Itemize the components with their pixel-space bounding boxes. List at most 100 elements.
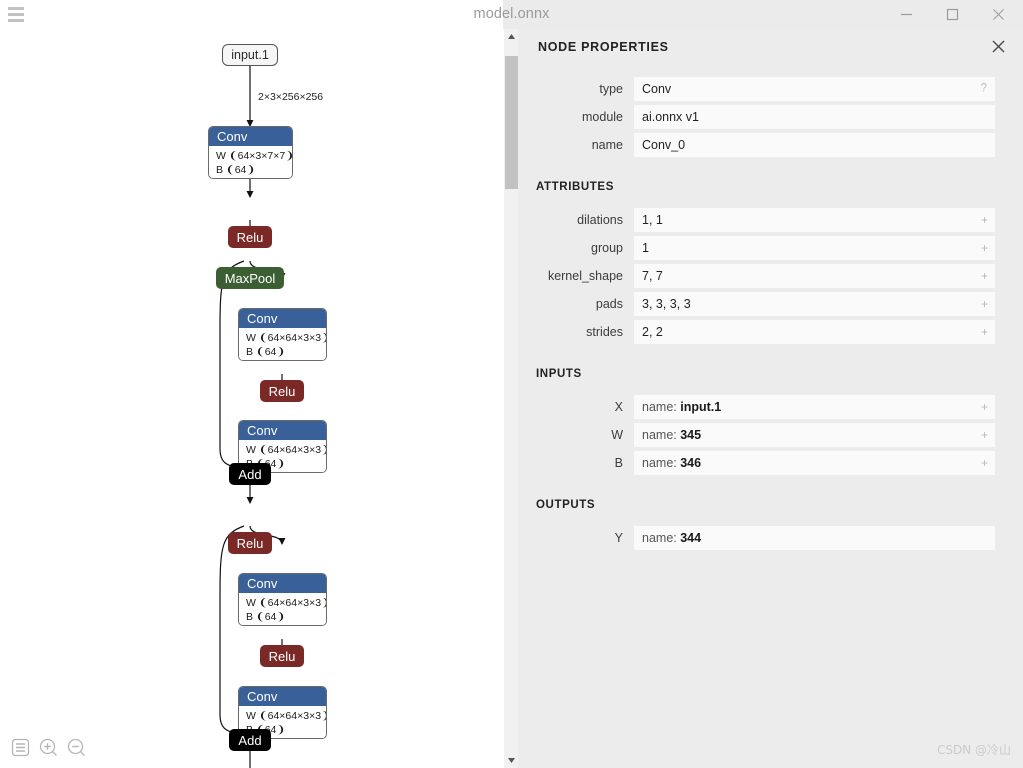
maximize-icon — [946, 8, 958, 21]
graph-node-input[interactable]: input.1 — [222, 44, 278, 66]
section-title-inputs: INPUTS — [536, 368, 582, 380]
panel-close-button[interactable] — [989, 37, 1007, 55]
section-title-outputs: OUTPUTS — [536, 499, 596, 511]
section-title-attributes: ATTRIBUTES — [536, 181, 614, 193]
window-close-button[interactable] — [975, 0, 1021, 29]
property-row-name: name Conv_0 — [518, 133, 1023, 157]
attribute-value-kernel-shape[interactable]: 7, 7 + — [634, 264, 995, 288]
graph-node-conv-3-body: W ❨64×64×3×3❩ B ❨64❩ — [239, 593, 326, 625]
properties-list-icon — [11, 738, 30, 757]
expand-icon[interactable]: + — [981, 429, 988, 441]
expand-icon[interactable]: + — [981, 242, 988, 254]
input-key-b: name: — [642, 456, 677, 470]
window-title: model.onnx — [473, 6, 550, 22]
attribute-label-dilations: dilations — [577, 213, 623, 227]
property-value-type[interactable]: Conv ? — [634, 77, 995, 101]
output-value-y[interactable]: name: 344 — [634, 526, 995, 550]
graph-node-add-0[interactable]: Add — [229, 463, 271, 485]
graph-node-conv-0[interactable]: Conv W ❨64×3×7×7❩ B ❨64❩ — [208, 126, 293, 179]
graph-node-add-1-label: Add — [238, 732, 262, 748]
window-maximize-button[interactable] — [929, 0, 975, 29]
panel-body: type Conv ? module ai.onnx v1 name Conv_… — [518, 65, 1023, 768]
attribute-value-strides[interactable]: 2, 2 + — [634, 320, 995, 344]
input-row-x: X name: input.1 + — [518, 395, 1023, 419]
graph-node-conv-3[interactable]: Conv W ❨64×64×3×3❩ B ❨64❩ — [238, 573, 327, 626]
attribute-value-group[interactable]: 1 + — [634, 236, 995, 260]
help-icon[interactable]: ? — [981, 83, 987, 95]
graph-node-conv-1-title: Conv — [239, 309, 326, 328]
attribute-row-dilations: dilations 1, 1 + — [518, 208, 1023, 232]
graph-node-maxpool[interactable]: MaxPool — [216, 267, 284, 289]
expand-icon[interactable]: + — [981, 214, 988, 226]
property-value-name[interactable]: Conv_0 — [634, 133, 995, 157]
input-row-w: W name: 345 + — [518, 423, 1023, 447]
attribute-value-pads[interactable]: 3, 3, 3, 3 + — [634, 292, 995, 316]
property-value-type-text: Conv — [642, 82, 672, 96]
graph-node-conv-1-weight: W ❨64×64×3×3❩ — [246, 332, 327, 344]
graph-node-relu-1[interactable]: Relu — [260, 380, 304, 402]
zoom-in-button[interactable] — [38, 737, 59, 758]
panel-title: NODE PROPERTIES — [538, 40, 669, 54]
attribute-value-dilations[interactable]: 1, 1 + — [634, 208, 995, 232]
attribute-label-strides: strides — [586, 325, 623, 339]
graph-node-relu-2-label: Relu — [236, 535, 264, 551]
attribute-row-strides: strides 2, 2 + — [518, 320, 1023, 344]
graph-node-add-1[interactable]: Add — [229, 729, 271, 751]
scrollbar-thumb[interactable] — [505, 56, 518, 189]
expand-icon[interactable]: + — [981, 457, 988, 469]
graph-node-relu-0[interactable]: Relu — [228, 226, 272, 248]
expand-icon[interactable]: + — [981, 326, 988, 338]
property-label-type: type — [599, 82, 623, 96]
zoom-out-icon — [67, 738, 85, 756]
attribute-row-kernel-shape: kernel_shape 7, 7 + — [518, 264, 1023, 288]
input-label-x: X — [614, 400, 623, 414]
graph-canvas[interactable]: 2×3×256×256 input.1 Conv W ❨64×3×7×7❩ B … — [0, 29, 503, 768]
properties-list-button[interactable] — [10, 737, 31, 758]
graph-node-relu-0-label: Relu — [236, 229, 264, 245]
input-value-x[interactable]: name: input.1 + — [634, 395, 995, 419]
graph-node-conv-1-body: W ❨64×64×3×3❩ B ❨64❩ — [239, 328, 327, 360]
hamburger-bar-1 — [8, 7, 24, 10]
input-label-w: W — [611, 428, 623, 442]
graph-node-add-0-label: Add — [238, 466, 262, 482]
window-minimize-button[interactable] — [883, 0, 929, 29]
graph-node-conv-1-bias: B ❨64❩ — [246, 346, 286, 358]
input-value-w[interactable]: name: 345 + — [634, 423, 995, 447]
output-key-y: name: — [642, 531, 677, 545]
input-row-b: B name: 346 + — [518, 451, 1023, 475]
input-name-b: 346 — [680, 456, 702, 470]
panel-header: NODE PROPERTIES — [518, 29, 1023, 65]
hamburger-bar-2 — [8, 13, 24, 16]
graph-node-conv-0-title: Conv — [209, 127, 292, 146]
expand-icon[interactable]: + — [981, 401, 988, 413]
attribute-value-kernel-shape-text: 7, 7 — [642, 269, 663, 283]
window-titlebar: model.onnx — [0, 0, 1023, 29]
attribute-value-strides-text: 2, 2 — [642, 325, 663, 339]
graph-node-relu-2[interactable]: Relu — [228, 532, 272, 554]
graph-node-relu-3-label: Relu — [268, 648, 296, 664]
scrollbar-up-arrow-button[interactable] — [504, 29, 519, 44]
canvas-toolbar — [10, 737, 87, 758]
hamburger-bar-3 — [8, 19, 24, 22]
expand-icon[interactable]: + — [981, 270, 988, 282]
input-value-b[interactable]: name: 346 + — [634, 451, 995, 475]
hamburger-menu-icon[interactable] — [8, 7, 26, 22]
property-row-module: module ai.onnx v1 — [518, 105, 1023, 129]
attribute-label-pads: pads — [595, 297, 623, 311]
input-name-x: input.1 — [680, 400, 722, 414]
graph-node-conv-2-title: Conv — [239, 421, 326, 440]
graph-node-conv-1[interactable]: Conv W ❨64×64×3×3❩ B ❨64❩ — [238, 308, 327, 361]
scrollbar-down-arrow-button[interactable] — [504, 753, 519, 768]
node-properties-panel: NODE PROPERTIES type Conv ? module ai.on… — [518, 29, 1023, 768]
attribute-label-group: group — [591, 241, 623, 255]
output-row-y: Y name: 344 — [518, 526, 1023, 550]
zoom-out-button[interactable] — [66, 737, 87, 758]
property-value-module[interactable]: ai.onnx v1 — [634, 105, 995, 129]
graph-node-conv-3-title: Conv — [239, 574, 326, 593]
expand-icon[interactable]: + — [981, 298, 988, 310]
property-value-module-text: ai.onnx v1 — [642, 110, 699, 124]
graph-node-conv-0-weight: W ❨64×3×7×7❩ — [216, 150, 293, 162]
canvas-vertical-scrollbar[interactable] — [503, 29, 518, 768]
properties-group: type Conv ? module ai.onnx v1 name Conv_… — [518, 65, 1023, 157]
graph-node-relu-3[interactable]: Relu — [260, 645, 304, 667]
